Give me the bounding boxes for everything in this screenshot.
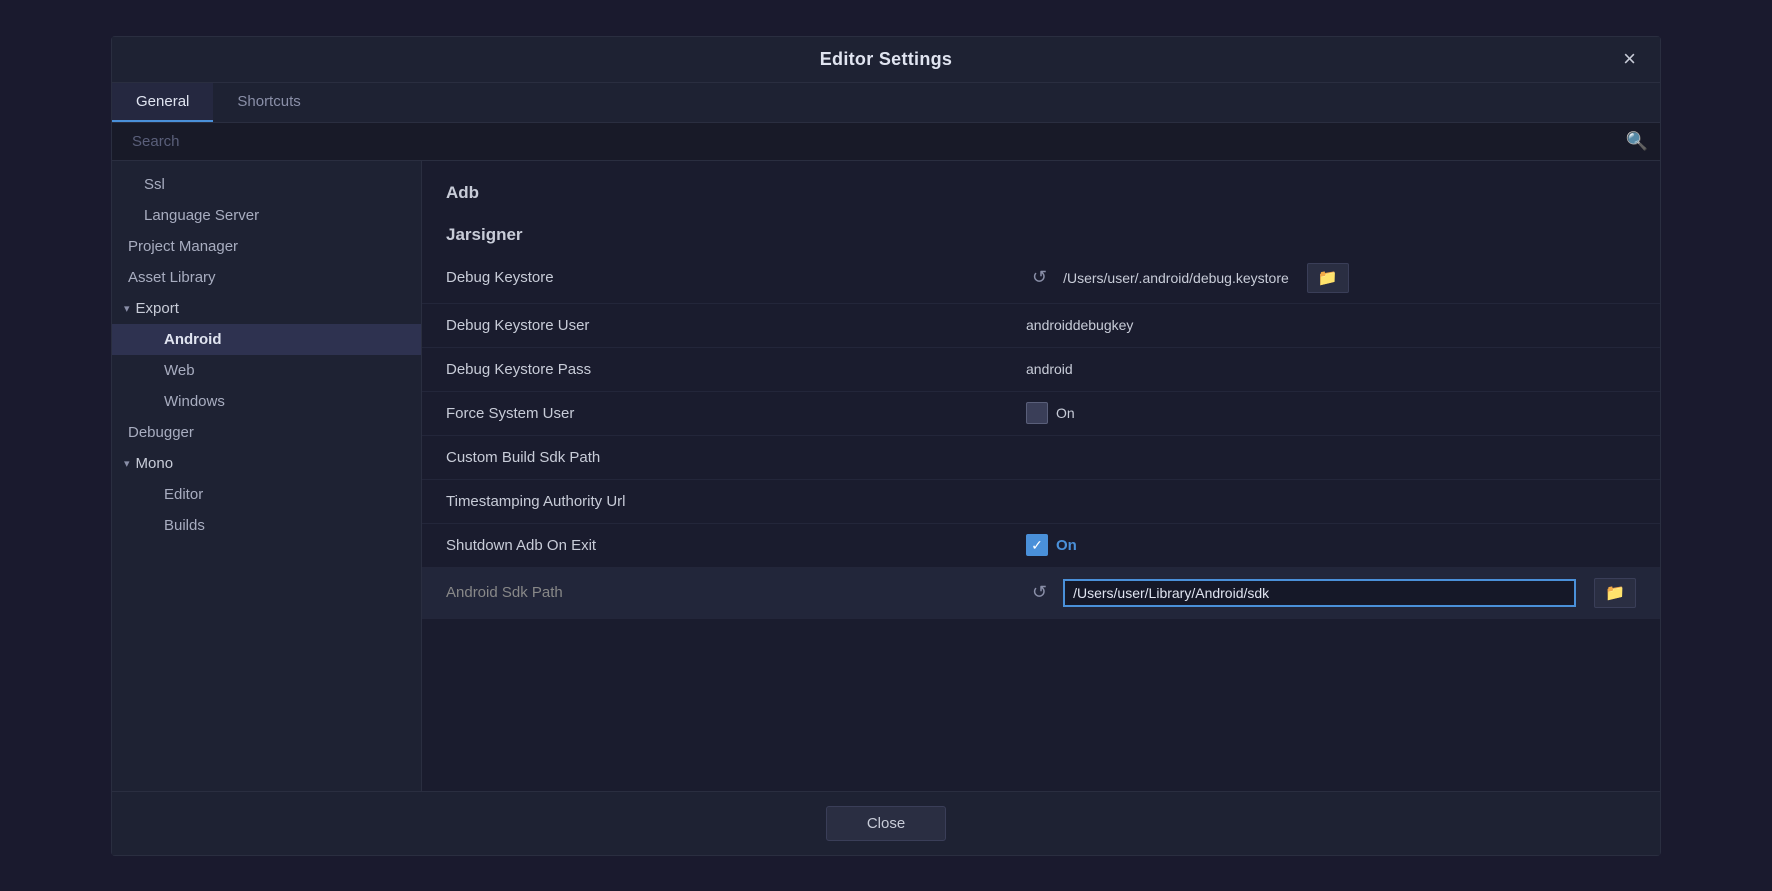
sidebar-item-windows[interactable]: Windows: [112, 386, 421, 417]
tab-general[interactable]: General: [112, 83, 213, 122]
sidebar-item-android[interactable]: Android: [112, 324, 421, 355]
chevron-down-icon: ▾: [124, 302, 130, 315]
sidebar-item-builds[interactable]: Builds: [112, 510, 421, 541]
settings-row-debug-keystore-user: Debug Keystore User androiddebugkey: [422, 304, 1660, 348]
content-area: Adb Jarsigner Debug Keystore ↺ /Users/us…: [422, 161, 1660, 791]
tab-shortcuts[interactable]: Shortcuts: [213, 83, 324, 122]
sidebar-item-editor[interactable]: Editor: [112, 479, 421, 510]
search-row: 🔍: [112, 123, 1660, 161]
toggle-box-force-system-user[interactable]: [1026, 402, 1048, 424]
label-debug-keystore-pass: Debug Keystore Pass: [446, 361, 1026, 378]
value-shutdown-adb-on-exit: ✓ On: [1026, 534, 1636, 556]
settings-row-shutdown-adb-on-exit: Shutdown Adb On Exit ✓ On: [422, 524, 1660, 568]
label-custom-build-sdk-path: Custom Build Sdk Path: [446, 449, 1026, 466]
sidebar-item-ssl[interactable]: Ssl: [112, 169, 421, 200]
settings-row-debug-keystore-pass: Debug Keystore Pass android: [422, 348, 1660, 392]
reset-android-sdk-path-button[interactable]: ↺: [1026, 580, 1053, 605]
check-icon: ✓: [1031, 537, 1043, 554]
editor-settings-dialog: Editor Settings × General Shortcuts 🔍 Ss…: [111, 36, 1661, 856]
section-header-jarsigner: Jarsigner: [422, 211, 1660, 253]
sidebar-item-debugger[interactable]: Debugger: [112, 417, 421, 448]
label-timestamping-authority-url: Timestamping Authority Url: [446, 493, 1026, 510]
chevron-down-icon-mono: ▾: [124, 457, 130, 470]
dialog-title: Editor Settings: [820, 49, 953, 70]
dialog-footer: Close: [112, 791, 1660, 855]
toggle-shutdown-adb-on-exit[interactable]: ✓ On: [1026, 534, 1077, 556]
toggle-box-shutdown-adb-on-exit[interactable]: ✓: [1026, 534, 1048, 556]
file-debug-keystore-button[interactable]: 📁: [1307, 263, 1349, 293]
value-debug-keystore: ↺ /Users/user/.android/debug.keystore 📁: [1026, 263, 1636, 293]
value-android-sdk-path: ↺ 📁: [1026, 578, 1636, 608]
label-android-sdk-path: Android Sdk Path: [446, 584, 1026, 601]
main-content: Ssl Language Server Project Manager Asse…: [112, 161, 1660, 791]
label-force-system-user: Force System User: [446, 405, 1026, 422]
settings-row-debug-keystore: Debug Keystore ↺ /Users/user/.android/de…: [422, 253, 1660, 304]
dialog-close-button[interactable]: ×: [1615, 44, 1644, 74]
value-force-system-user: On: [1026, 402, 1636, 424]
shutdown-adb-toggle-label: On: [1056, 537, 1077, 554]
sidebar-item-asset-library[interactable]: Asset Library: [112, 262, 421, 293]
settings-row-force-system-user: Force System User On: [422, 392, 1660, 436]
reset-debug-keystore-button[interactable]: ↺: [1026, 265, 1053, 290]
value-debug-keystore-user: androiddebugkey: [1026, 317, 1636, 333]
sidebar-group-mono[interactable]: ▾ Mono: [112, 448, 421, 479]
label-debug-keystore-user: Debug Keystore User: [446, 317, 1026, 334]
tabs-row: General Shortcuts: [112, 83, 1660, 123]
close-button[interactable]: Close: [826, 806, 946, 841]
search-input[interactable]: [124, 129, 1626, 154]
file-android-sdk-path-button[interactable]: 📁: [1594, 578, 1636, 608]
debug-keystore-user-value: androiddebugkey: [1026, 317, 1133, 333]
debug-keystore-value: /Users/user/.android/debug.keystore: [1063, 270, 1289, 286]
label-shutdown-adb-on-exit: Shutdown Adb On Exit: [446, 537, 1026, 554]
search-icon: 🔍: [1626, 131, 1648, 152]
settings-row-timestamping-authority-url: Timestamping Authority Url: [422, 480, 1660, 524]
sidebar: Ssl Language Server Project Manager Asse…: [112, 161, 422, 791]
value-debug-keystore-pass: android: [1026, 361, 1636, 377]
sidebar-group-export[interactable]: ▾ Export: [112, 293, 421, 324]
section-header-adb: Adb: [422, 169, 1660, 211]
android-sdk-path-input[interactable]: [1063, 579, 1576, 607]
sidebar-item-project-manager[interactable]: Project Manager: [112, 231, 421, 262]
label-debug-keystore: Debug Keystore: [446, 269, 1026, 286]
settings-row-custom-build-sdk-path: Custom Build Sdk Path: [422, 436, 1660, 480]
settings-row-android-sdk-path: Android Sdk Path ↺ 📁: [422, 568, 1660, 619]
sidebar-item-language-server[interactable]: Language Server: [112, 200, 421, 231]
debug-keystore-pass-value: android: [1026, 361, 1073, 377]
force-system-user-toggle-label: On: [1056, 405, 1075, 421]
sidebar-item-web[interactable]: Web: [112, 355, 421, 386]
toggle-force-system-user[interactable]: On: [1026, 402, 1075, 424]
dialog-header: Editor Settings ×: [112, 37, 1660, 83]
